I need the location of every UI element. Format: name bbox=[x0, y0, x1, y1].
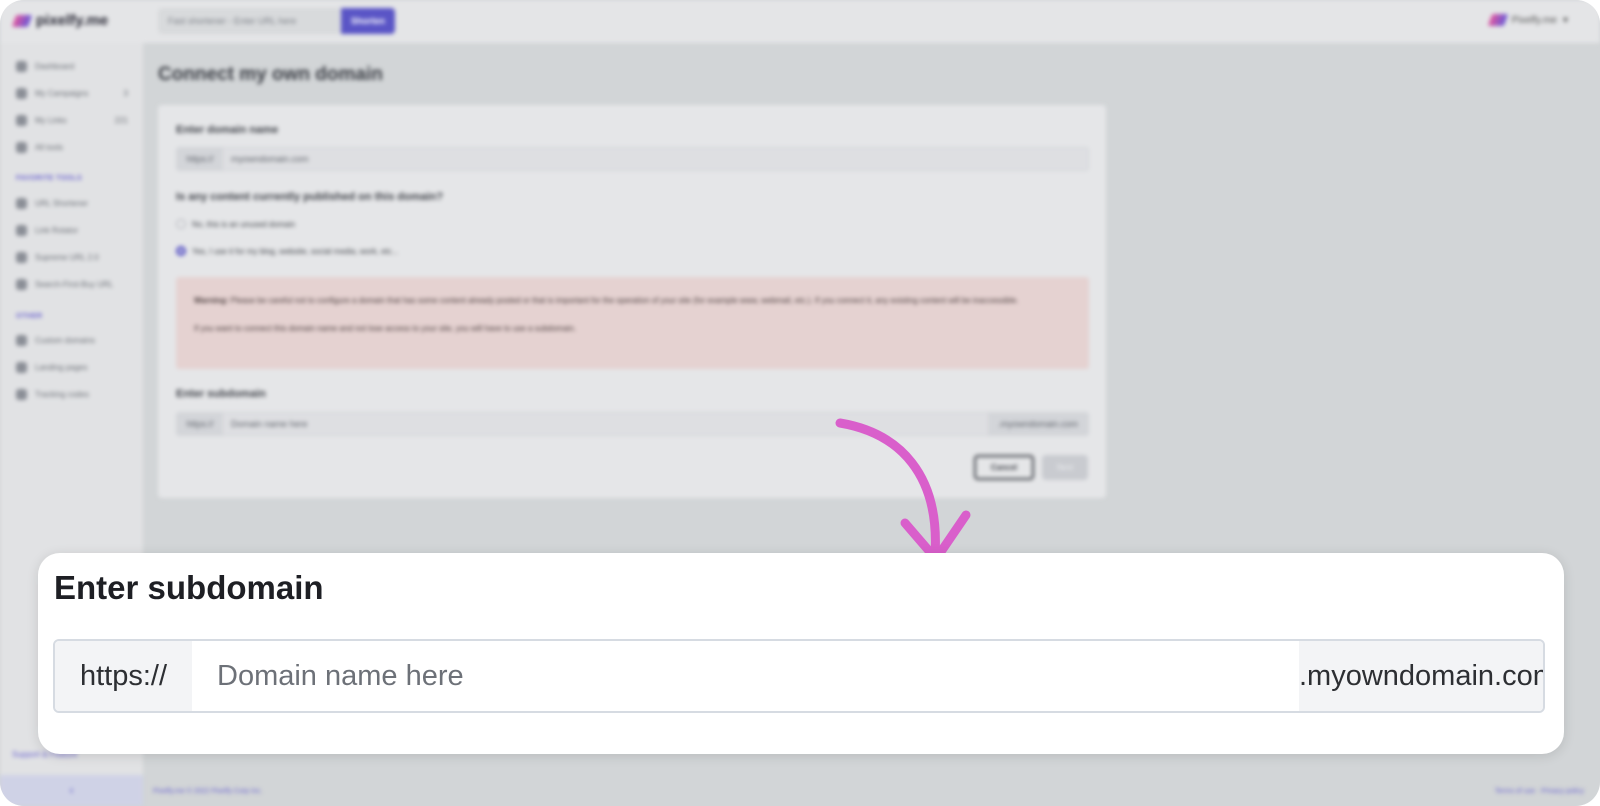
page-icon bbox=[16, 362, 27, 373]
warning-text: Please be careful not to configure a dom… bbox=[230, 296, 1019, 305]
page-title: Connect my own domain bbox=[158, 64, 383, 85]
radio-label: Yes, I use it for my blog, website, soci… bbox=[192, 246, 399, 256]
domain-name-field[interactable]: https:// myowndomain.com bbox=[176, 147, 1089, 171]
search-icon bbox=[16, 279, 27, 290]
folder-icon bbox=[16, 88, 27, 99]
callout-subdomain-field: https:// .myowndomain.com bbox=[53, 639, 1545, 713]
sidebar-item-all-tools[interactable]: All tools bbox=[16, 142, 128, 153]
scissors-icon bbox=[16, 198, 27, 209]
fast-shortener-input[interactable]: Fast shortener - Enter URL here bbox=[158, 8, 342, 34]
sidebar-item-custom-domains[interactable]: Custom domains bbox=[16, 335, 128, 346]
subdomain-suffix: .myowndomain.com bbox=[988, 413, 1088, 435]
account-label: Pixelfy.me bbox=[1511, 14, 1557, 26]
sidebar-item-label: Supreme URL 2.0 bbox=[35, 253, 99, 262]
callout-prefix: https:// bbox=[55, 641, 192, 711]
radio-label: No, this is an unused domain bbox=[192, 219, 296, 229]
sidebar-item-label: Tracking codes bbox=[35, 390, 89, 399]
favorite-tools-heading: FAVORITE TOOLS bbox=[16, 175, 83, 182]
sidebar-item-label: Dashboard bbox=[35, 62, 75, 71]
sidebar-item-label: My Links bbox=[35, 116, 67, 125]
zoomed-subdomain-callout: Enter subdomain https:// .myowndomain.co… bbox=[38, 553, 1564, 754]
brand-name: pixelfy.me bbox=[36, 12, 109, 29]
brand-logo[interactable]: pixelfy.me bbox=[11, 12, 109, 29]
domain-name-label: Enter domain name bbox=[176, 124, 279, 136]
code-icon bbox=[16, 389, 27, 400]
next-button[interactable]: Next bbox=[1042, 455, 1088, 480]
sidebar-item-label: Link Rotator bbox=[35, 226, 79, 235]
sidebar-item-dashboard[interactable]: Dashboard bbox=[16, 61, 128, 72]
logo-icon bbox=[11, 14, 33, 27]
sidebar-item-search-first-buy[interactable]: Search-First-Buy URL bbox=[16, 279, 128, 290]
sidebar-item-count: 221 bbox=[114, 116, 128, 125]
warning-title: Warning: bbox=[194, 296, 229, 305]
sidebar-item-label: All tools bbox=[35, 143, 64, 152]
arrow-icon bbox=[835, 418, 971, 564]
footer-links[interactable]: Terms of use · Privacy policy bbox=[1495, 788, 1584, 795]
screenshot-frame: pixelfy.me Fast shortener - Enter URL he… bbox=[0, 0, 1600, 806]
sidebar-item-label: Custom domains bbox=[35, 336, 96, 345]
sidebar-item-tracking-codes[interactable]: Tracking codes bbox=[16, 389, 128, 400]
content-question: Is any content currently published on th… bbox=[176, 191, 444, 203]
warning-box: Warning: Please be careful not to config… bbox=[176, 277, 1089, 369]
subdomain-placeholder: Domain name here bbox=[231, 419, 308, 429]
subdomain-label: Enter subdomain bbox=[176, 388, 266, 400]
sidebar-item-label: My Campaigns bbox=[35, 89, 89, 98]
sidebar-item-links[interactable]: My Links 221 bbox=[16, 115, 128, 126]
globe-icon bbox=[16, 252, 27, 263]
radio-icon bbox=[176, 219, 186, 229]
shorten-button[interactable]: Shorten bbox=[341, 8, 395, 34]
callout-suffix: .myowndomain.com bbox=[1299, 641, 1543, 711]
option-used-domain[interactable]: Yes, I use it for my blog, website, soci… bbox=[176, 246, 398, 256]
cancel-button[interactable]: Cancel bbox=[974, 455, 1034, 480]
sidebar-item-landing-pages[interactable]: Landing pages bbox=[16, 362, 128, 373]
dashboard-icon bbox=[16, 61, 27, 72]
sidebar-item-count: 3 bbox=[123, 89, 128, 98]
chevron-left-icon: ‹ bbox=[69, 783, 74, 797]
sidebar-item-link-rotator[interactable]: Link Rotator bbox=[16, 225, 128, 236]
home-icon bbox=[16, 335, 27, 346]
sidebar-item-supreme-url[interactable]: Supreme URL 2.0 bbox=[16, 252, 128, 263]
warning-text-2: If you want to connect this domain name … bbox=[194, 324, 576, 333]
sidebar-item-url-shortener[interactable]: URL Shortener bbox=[16, 198, 128, 209]
top-bar: pixelfy.me Fast shortener - Enter URL he… bbox=[0, 0, 1600, 43]
link-icon bbox=[16, 115, 27, 126]
account-logo-icon bbox=[1487, 14, 1508, 26]
subdomain-input[interactable] bbox=[192, 641, 1299, 711]
account-menu[interactable]: Pixelfy.me ▾ bbox=[1487, 14, 1568, 26]
sidebar-item-campaigns[interactable]: My Campaigns 3 bbox=[16, 88, 128, 99]
radio-selected-icon bbox=[176, 246, 186, 256]
callout-title: Enter subdomain bbox=[54, 569, 324, 606]
sidebar-item-label: Search-First-Buy URL bbox=[35, 280, 114, 289]
option-unused-domain[interactable]: No, this is an unused domain bbox=[176, 219, 295, 229]
rotate-icon bbox=[16, 225, 27, 236]
chevron-down-icon: ▾ bbox=[1562, 14, 1568, 26]
other-heading: OTHER bbox=[16, 313, 43, 320]
collapse-sidebar-button[interactable]: ‹ bbox=[0, 775, 143, 806]
domain-value: myowndomain.com bbox=[231, 154, 309, 164]
sidebar-item-label: Landing pages bbox=[35, 363, 88, 372]
sidebar-item-label: URL Shortener bbox=[35, 199, 89, 208]
grid-icon bbox=[16, 142, 27, 153]
subdomain-prefix: https:// bbox=[177, 413, 223, 435]
footer-copyright: Pixelfy.me © 2022 Pixelfy Corp Inc. bbox=[153, 788, 263, 795]
footer: Pixelfy.me © 2022 Pixelfy Corp Inc. Term… bbox=[143, 776, 1600, 806]
domain-prefix: https:// bbox=[177, 148, 223, 170]
